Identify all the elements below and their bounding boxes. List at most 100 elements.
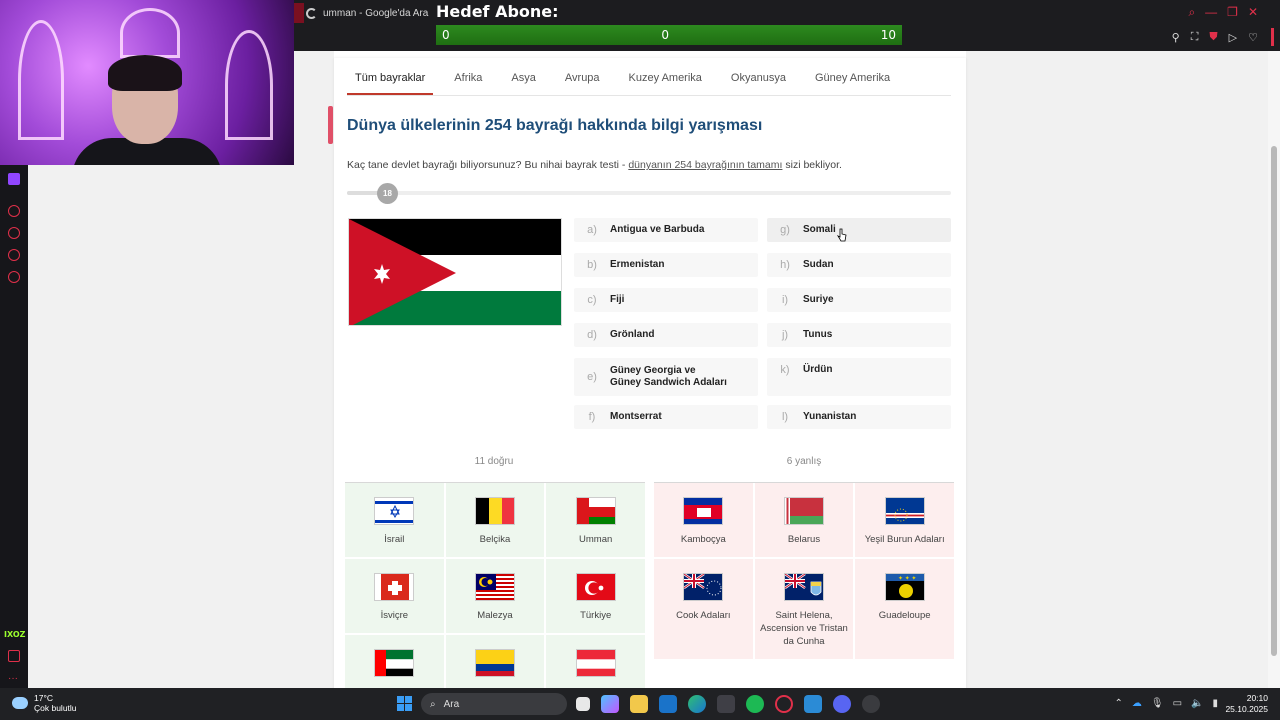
sidebar-toggle[interactable] xyxy=(1271,28,1274,46)
answer-option[interactable]: l) Yunanistan xyxy=(767,405,951,429)
google-icon xyxy=(306,7,317,19)
flag-country-name: İsrail xyxy=(384,534,405,545)
heart-icon[interactable]: ♡ xyxy=(1248,31,1258,44)
tab-1[interactable]: Afrika xyxy=(446,58,490,95)
browser-tab-title: umman - Google'da Ara xyxy=(323,7,429,19)
volume-icon[interactable]: 🔈 xyxy=(1191,698,1203,709)
answer-option[interactable]: h) Sudan xyxy=(767,253,951,277)
task-view-icon[interactable] xyxy=(576,697,590,711)
tab-2[interactable]: Asya xyxy=(503,58,543,95)
option-label: Grönland xyxy=(610,329,655,340)
option-letter: c) xyxy=(587,294,597,306)
clock[interactable]: 20:10 25.10.2025 xyxy=(1225,693,1268,715)
pin-icon[interactable]: ⚲ xyxy=(1172,31,1180,44)
tabs-divider xyxy=(347,95,951,96)
svg-text:✦ ✦ ✦: ✦ ✦ ✦ xyxy=(898,575,916,582)
malaysia-flag-icon xyxy=(474,573,515,601)
search-icon: ⌕ xyxy=(430,698,436,710)
answer-option[interactable]: g) Somali xyxy=(767,218,951,242)
gx-icon[interactable] xyxy=(8,650,20,662)
flag-country-name: İsviçre xyxy=(380,610,409,621)
tab-6[interactable]: Güney Amerika xyxy=(807,58,898,95)
more-icon[interactable]: ··· xyxy=(8,673,18,684)
flag-country-name: Belarus xyxy=(787,534,821,545)
flag-country-name: Kamboçya xyxy=(680,534,726,545)
answer-option[interactable]: a) Antigua ve Barbuda xyxy=(574,218,758,242)
file-explorer-icon[interactable] xyxy=(630,695,648,713)
settings-app-icon[interactable] xyxy=(862,695,880,713)
answer-option[interactable]: e) Güney Georgia ve Güney Sandwich Adalar… xyxy=(574,358,758,396)
copilot-icon[interactable] xyxy=(601,695,619,713)
clock-date: 25.10.2025 xyxy=(1225,704,1268,714)
record-icon[interactable] xyxy=(8,205,20,217)
shield-icon[interactable]: ⛊ xyxy=(1209,31,1217,44)
option-label: Ermenistan xyxy=(610,259,665,270)
channel-tag: IXOZ xyxy=(4,630,26,639)
discord-icon[interactable] xyxy=(833,695,851,713)
onedrive-icon[interactable]: ☁ xyxy=(1132,698,1142,709)
region-tabs: Tüm bayraklar Afrika Asya Avrupa Kuzey Ameri… xyxy=(347,58,911,95)
outlook-icon[interactable] xyxy=(659,695,677,713)
search-icon[interactable]: ⌕ xyxy=(1188,5,1195,20)
quiz-card: Tüm bayraklar Afrika Asya Avrupa Kuzey Ameri… xyxy=(328,58,966,709)
battery-icon[interactable]: ▮ xyxy=(1212,698,1218,709)
option-label: Antigua ve Barbuda xyxy=(610,224,705,235)
answer-option[interactable]: k) Ürdün xyxy=(767,358,951,396)
wrong-answer-item: ✦ ✦ ✦ Guadeloupe xyxy=(855,559,954,659)
microphone-icon[interactable]: 🎙 xyxy=(1151,698,1164,709)
tab-5[interactable]: Okyanusya xyxy=(723,58,794,95)
chevron-up-icon[interactable]: ⌃ xyxy=(1114,698,1122,709)
spotify-icon[interactable] xyxy=(746,695,764,713)
tab-0[interactable]: Tüm bayraklar xyxy=(347,58,434,95)
minimize-icon[interactable]: — xyxy=(1205,5,1217,20)
browser-tab[interactable]: umman - Google'da Ara xyxy=(306,3,428,23)
twitch-icon[interactable] xyxy=(8,173,20,185)
cloud-icon xyxy=(12,697,28,709)
opera-gx-icon[interactable] xyxy=(775,695,793,713)
tab-3[interactable]: Avrupa xyxy=(557,58,608,95)
option-letter: j) xyxy=(781,329,789,341)
edge-icon[interactable] xyxy=(688,695,706,713)
option-label: Güney Georgia ve Güney Sandwich Adaları xyxy=(610,365,727,388)
answer-option[interactable]: b) Ermenistan xyxy=(574,253,758,277)
answer-option[interactable]: f) Montserrat xyxy=(574,405,758,429)
quiz-progress: 18 xyxy=(347,183,951,204)
screenshot-icon[interactable]: ⛶ xyxy=(1191,31,1199,44)
option-letter: d) xyxy=(587,329,597,341)
settings-icon[interactable] xyxy=(8,271,20,283)
wrong-answer-item: Saint Helena, Ascension ve Tristan da Cu… xyxy=(754,559,854,659)
app-icon[interactable] xyxy=(804,695,822,713)
uae-flag-icon xyxy=(374,649,415,677)
option-letter: g) xyxy=(780,224,790,236)
title-accent xyxy=(328,106,333,144)
goal-right-value: 10 xyxy=(880,28,896,42)
extension-icon[interactable] xyxy=(8,249,20,261)
display-icon[interactable]: ▭ xyxy=(1173,698,1182,709)
store-icon[interactable] xyxy=(717,695,735,713)
taskbar-search[interactable]: ⌕ Ara xyxy=(421,693,567,715)
answer-option[interactable]: i) Suriye xyxy=(767,288,951,312)
option-label: Sudan xyxy=(803,259,834,270)
scrollbar[interactable] xyxy=(1268,51,1280,688)
answer-option[interactable]: j) Tunus xyxy=(767,323,951,347)
option-label: Yunanistan xyxy=(803,411,857,422)
history-icon[interactable] xyxy=(8,227,20,239)
turkey-flag-icon xyxy=(575,573,616,601)
taskbar-search-placeholder: Ara xyxy=(443,698,460,710)
browser-tab-left[interactable] xyxy=(294,3,304,23)
quiz-progress-knob: 18 xyxy=(377,183,398,204)
austria-flag-icon xyxy=(575,649,616,677)
tab-4[interactable]: Kuzey Amerika xyxy=(621,58,710,95)
answer-option[interactable]: d) Grönland xyxy=(574,323,758,347)
weather-widget[interactable]: 17°C Çok bulutlu xyxy=(12,693,77,713)
option-letter: f) xyxy=(588,411,596,423)
answer-option[interactable]: c) Fiji xyxy=(574,288,758,312)
restore-icon[interactable]: ❐ xyxy=(1227,5,1238,20)
all-flags-link[interactable]: dünyanın 254 bayrağının tamamı xyxy=(628,159,782,171)
scrollbar-thumb[interactable] xyxy=(1271,146,1277,656)
cambodia-flag-icon xyxy=(683,497,724,525)
option-letter: e) xyxy=(587,371,597,383)
play-icon[interactable]: ▷ xyxy=(1229,31,1237,44)
windows-start-icon[interactable] xyxy=(397,696,412,711)
close-icon[interactable]: ✕ xyxy=(1248,5,1258,20)
